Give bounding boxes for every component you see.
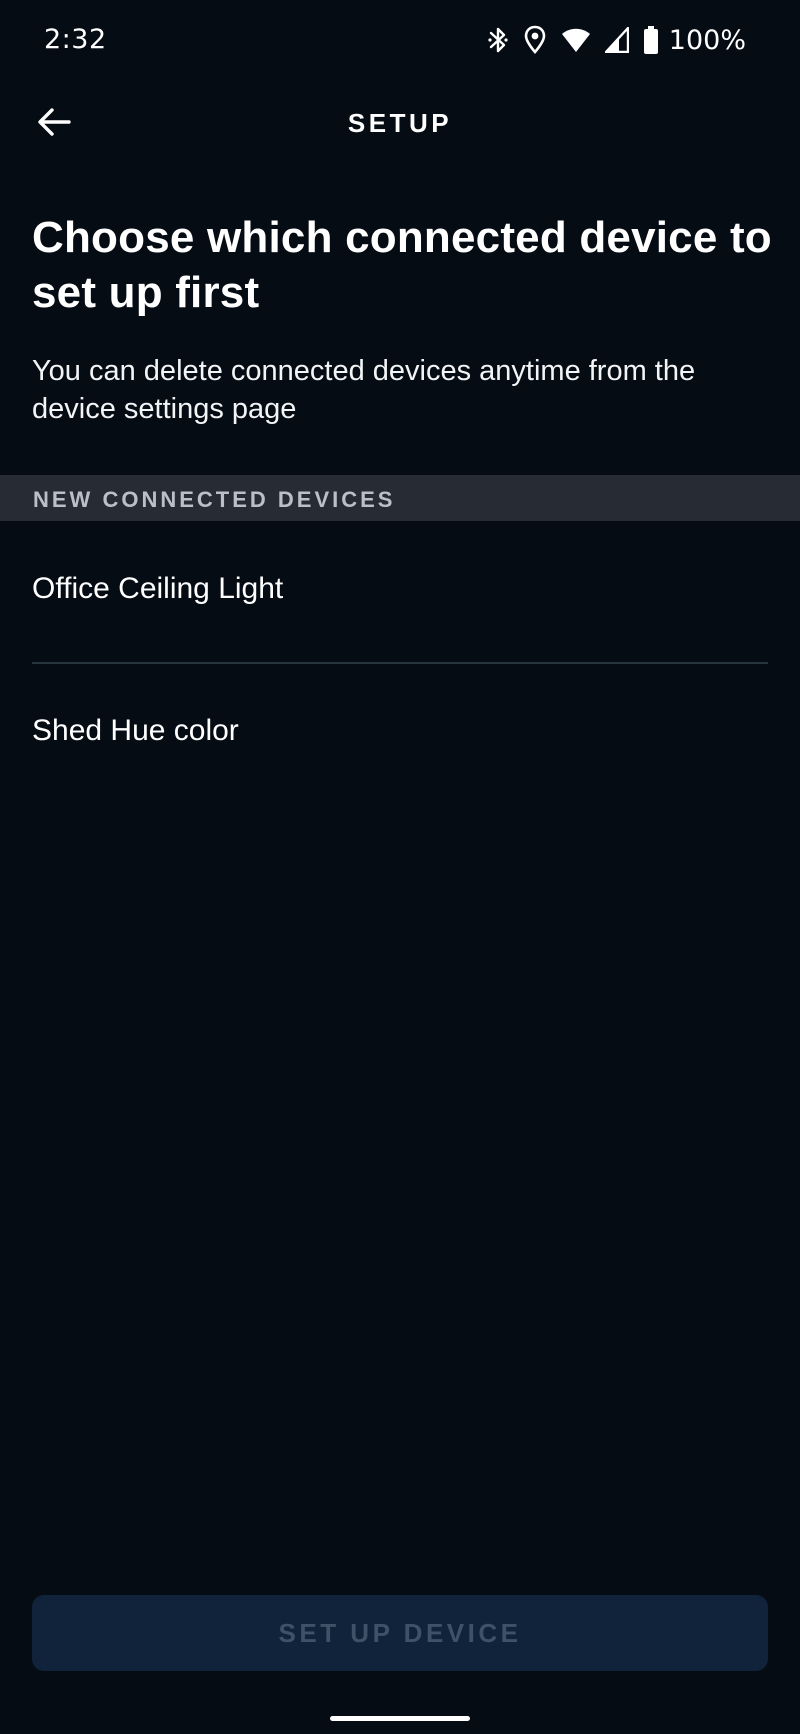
section-title: NEW CONNECTED DEVICES bbox=[33, 487, 396, 512]
device-label: Office Ceiling Light bbox=[32, 572, 284, 605]
status-bar: 2:32 100% bbox=[0, 0, 800, 80]
device-label: Shed Hue color bbox=[32, 714, 239, 747]
section-header: NEW CONNECTED DEVICES bbox=[0, 475, 800, 521]
page-title: SETUP bbox=[347, 108, 453, 138]
status-icons: 100% bbox=[487, 22, 746, 58]
setup-device-button[interactable]: SET UP DEVICE bbox=[32, 1595, 768, 1671]
battery-icon bbox=[643, 26, 659, 54]
cell-signal-icon bbox=[604, 27, 629, 53]
device-item-office-ceiling-light[interactable]: Office Ceiling Light bbox=[0, 522, 800, 662]
status-time: 2:32 bbox=[44, 24, 107, 55]
heading: Choose which connected device to set up … bbox=[32, 213, 772, 317]
location-icon bbox=[523, 25, 547, 55]
bluetooth-icon bbox=[487, 25, 509, 55]
home-indicator[interactable] bbox=[330, 1716, 470, 1721]
subtext: You can delete connected devices anytime… bbox=[32, 355, 696, 425]
app-bar: SETUP bbox=[0, 90, 800, 156]
wifi-icon bbox=[561, 27, 591, 53]
device-item-shed-hue-color[interactable]: Shed Hue color bbox=[0, 664, 800, 804]
setup-device-button-label: SET UP DEVICE bbox=[278, 1617, 522, 1648]
battery-percent: 100% bbox=[668, 24, 746, 56]
